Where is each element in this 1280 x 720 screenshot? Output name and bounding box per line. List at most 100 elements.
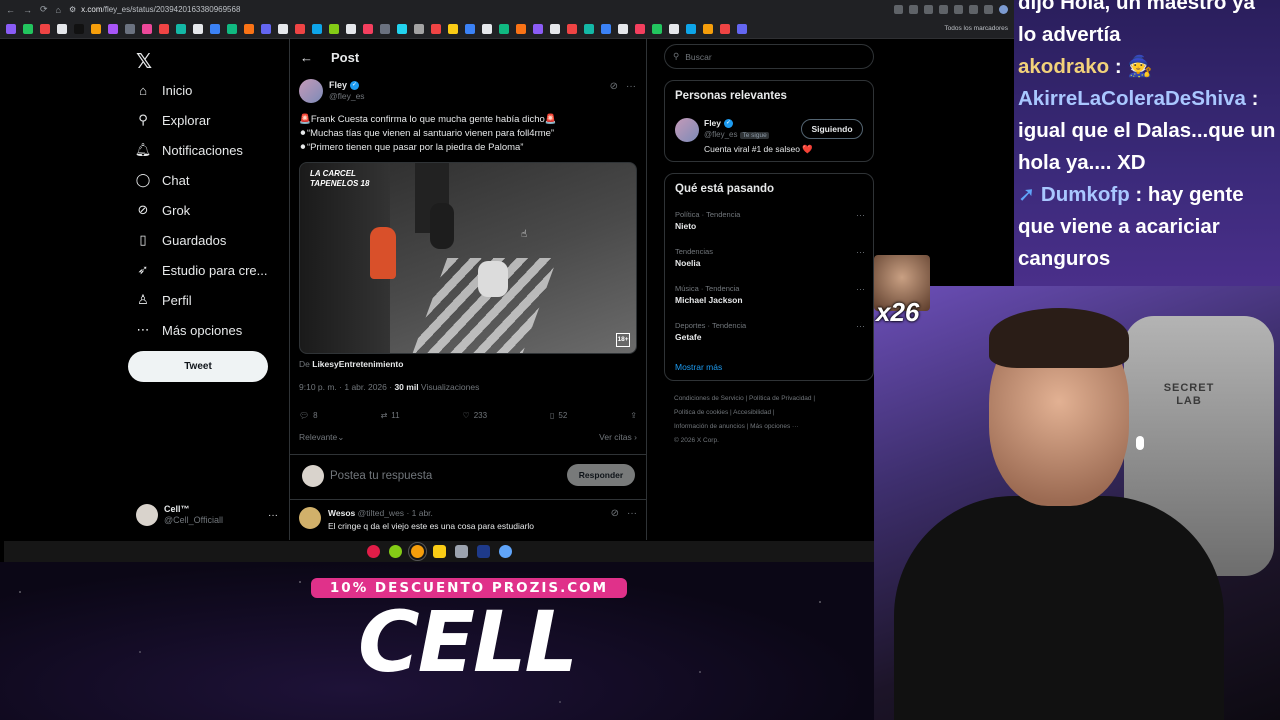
nav-item-creator-studio[interactable]: ➶ Estudio para cre... bbox=[136, 259, 268, 281]
reply-button[interactable]: Responder bbox=[567, 464, 635, 486]
bookmark-icon[interactable] bbox=[720, 23, 730, 34]
bookmark-icon[interactable] bbox=[414, 23, 424, 34]
bookmark-icon[interactable] bbox=[567, 23, 577, 34]
grok-icon[interactable]: ⊘ bbox=[610, 81, 618, 92]
bookmark-icon[interactable] bbox=[380, 23, 390, 34]
extension-icon[interactable] bbox=[954, 5, 963, 14]
bookmark-icon[interactable] bbox=[244, 23, 254, 34]
nav-item-more[interactable]: ⋯ Más opciones bbox=[136, 319, 243, 341]
show-more-link[interactable]: Mostrar más bbox=[675, 362, 722, 372]
share-action[interactable]: ⇪ bbox=[630, 411, 637, 420]
more-icon[interactable]: ··· bbox=[856, 210, 865, 220]
bookmark-icon[interactable] bbox=[431, 23, 441, 34]
nav-item-notifications[interactable]: 🔔︎ Notificaciones bbox=[135, 139, 243, 161]
app-icon[interactable] bbox=[388, 545, 402, 558]
bookmark-icon[interactable] bbox=[108, 23, 118, 34]
post-author[interactable]: Fley ✓ @fley_es bbox=[299, 79, 365, 103]
nav-item-bookmarks[interactable]: ▯ Guardados bbox=[136, 229, 226, 251]
bookmark-icon[interactable] bbox=[363, 23, 373, 34]
puzzle-icon[interactable] bbox=[984, 5, 993, 14]
sort-dropdown[interactable]: Relevante⌄ bbox=[299, 432, 344, 443]
footer-line[interactable]: Condiciones de Servicio | Política de Pr… bbox=[674, 392, 874, 406]
account-switcher[interactable]: Cell™ @Cell_Officiall ··· bbox=[136, 501, 278, 529]
reload-icon[interactable]: ⟳ bbox=[40, 4, 48, 15]
more-icon[interactable]: ··· bbox=[268, 510, 278, 521]
nav-item-profile[interactable]: ♙ Perfil bbox=[136, 289, 191, 311]
x-logo-icon[interactable]: 𝕏 bbox=[136, 49, 152, 74]
bookmark-icon[interactable] bbox=[482, 23, 492, 34]
site-info-icon[interactable]: ⚙ bbox=[69, 5, 76, 14]
bookmark-icon[interactable] bbox=[74, 23, 84, 34]
bookmark-icon[interactable] bbox=[533, 23, 543, 34]
reply-avatar[interactable] bbox=[299, 507, 321, 529]
bookmark-icon[interactable] bbox=[193, 23, 203, 34]
trend-item[interactable]: Política · Tendencia Nieto ··· bbox=[675, 210, 865, 231]
bookmark-icon[interactable] bbox=[618, 23, 628, 34]
zoom-icon[interactable] bbox=[894, 5, 903, 14]
more-icon[interactable]: ··· bbox=[627, 508, 637, 519]
bookmark-icon[interactable] bbox=[703, 23, 713, 34]
bookmark-icon[interactable] bbox=[278, 23, 288, 34]
more-icon[interactable]: ··· bbox=[856, 284, 865, 294]
trend-item[interactable]: Música · Tendencia Michael Jackson ··· bbox=[675, 284, 865, 305]
photoshop-icon[interactable] bbox=[476, 545, 490, 558]
bookmark-icon[interactable] bbox=[23, 23, 33, 34]
reply-item[interactable]: Wesos @tilted_wes · 1 abr. El cringe q d… bbox=[299, 505, 639, 539]
bookmark-icon[interactable] bbox=[176, 23, 186, 34]
bookmark-icon[interactable] bbox=[465, 23, 475, 34]
author-avatar[interactable] bbox=[299, 79, 323, 103]
reply-author[interactable]: Wesos bbox=[328, 508, 355, 518]
bookmark-action[interactable]: ▯ 52 bbox=[550, 411, 567, 420]
extension-icon[interactable] bbox=[939, 5, 948, 14]
bookmark-icon[interactable] bbox=[499, 23, 509, 34]
more-icon[interactable]: ··· bbox=[856, 321, 865, 331]
bookmark-icon[interactable] bbox=[142, 23, 152, 34]
reply-input[interactable]: Postea tu respuesta bbox=[330, 465, 432, 487]
author-handle[interactable]: @fley_es bbox=[329, 91, 365, 102]
bookmark-icon[interactable] bbox=[91, 23, 101, 34]
app-icon[interactable] bbox=[498, 545, 512, 558]
bookmark-icon[interactable] bbox=[40, 23, 50, 34]
bookmark-icon[interactable] bbox=[397, 23, 407, 34]
relevant-name[interactable]: Fley ✓ bbox=[704, 118, 734, 128]
bookmark-icon[interactable] bbox=[312, 23, 322, 34]
bookmark-icon[interactable] bbox=[125, 23, 135, 34]
nav-item-home[interactable]: ⌂ Inicio bbox=[136, 79, 192, 101]
avatar[interactable] bbox=[675, 118, 699, 142]
bookmark-icon[interactable] bbox=[550, 23, 560, 34]
profile-avatar[interactable] bbox=[999, 5, 1008, 14]
bookmark-icon[interactable] bbox=[346, 23, 356, 34]
forward-icon[interactable]: → bbox=[23, 5, 32, 15]
extension-icon[interactable] bbox=[969, 5, 978, 14]
search-input[interactable]: ⚲ Buscar bbox=[664, 44, 874, 69]
nav-item-chat[interactable]: ◯ Chat bbox=[136, 169, 190, 191]
grok-icon[interactable]: ⊘ bbox=[611, 508, 619, 519]
bookmark-icon[interactable] bbox=[652, 23, 662, 34]
app-icon[interactable] bbox=[366, 545, 380, 558]
reply-handle[interactable]: @tilted_wes bbox=[358, 508, 404, 518]
all-bookmarks-folder[interactable]: Todos los marcadores bbox=[944, 25, 1008, 32]
footer-line[interactable]: Política de cookies | Accesibilidad | bbox=[674, 406, 874, 420]
home-icon[interactable]: ⌂ bbox=[56, 5, 61, 15]
bookmark-icon[interactable] bbox=[635, 23, 645, 34]
url-bar[interactable]: ⚙ x.com/fley_es/status/20394201633809695… bbox=[69, 2, 886, 17]
chrome-icon[interactable] bbox=[407, 542, 427, 561]
bookmark-icon[interactable] bbox=[57, 23, 67, 34]
bookmark-icon[interactable] bbox=[329, 23, 339, 34]
nav-item-explore[interactable]: ⚲ Explorar bbox=[136, 109, 210, 131]
nav-item-grok[interactable]: ⊘ Grok bbox=[136, 199, 191, 221]
view-quotes-link[interactable]: Ver citas › bbox=[599, 432, 637, 443]
folder-icon[interactable] bbox=[432, 545, 446, 558]
star-icon[interactable] bbox=[924, 5, 933, 14]
bookmark-icon[interactable] bbox=[6, 23, 16, 34]
trend-item[interactable]: Deportes · Tendencia Getafe ··· bbox=[675, 321, 865, 342]
bookmark-icon[interactable] bbox=[601, 23, 611, 34]
source-link[interactable]: LikesyEntretenimiento bbox=[312, 359, 403, 369]
tweet-button[interactable]: Tweet bbox=[128, 351, 268, 382]
app-icon[interactable] bbox=[454, 545, 468, 558]
bookmark-icon[interactable] bbox=[448, 23, 458, 34]
bookmark-icon[interactable] bbox=[210, 23, 220, 34]
bookmark-icon[interactable] bbox=[159, 23, 169, 34]
bookmark-icon[interactable] bbox=[669, 23, 679, 34]
like-action[interactable]: ♡ 233 bbox=[463, 411, 488, 420]
